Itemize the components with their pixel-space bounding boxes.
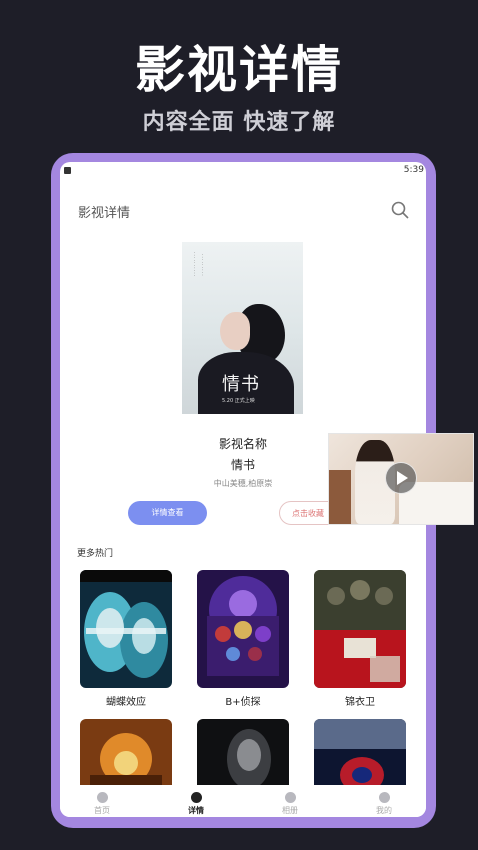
nav-item-home[interactable]: 首页 [72,792,132,816]
play-icon[interactable] [385,462,417,494]
floating-video-player[interactable] [328,433,474,525]
user-icon [378,792,390,803]
poster-date: 5.20 正式上映 [222,398,255,404]
nav-label: 我的 [376,806,392,815]
bottom-nav: 首页 详情 相册 我的 [60,785,426,817]
video-scene-shelf [329,470,351,524]
nav-item-profile[interactable]: 我的 [354,792,414,816]
nav-label: 首页 [94,806,110,815]
movie-title: 蝴蝶效应 [106,697,146,708]
movie-title: B+侦探 [225,697,261,708]
nav-item-detail[interactable]: 详情 [166,792,226,816]
album-icon [284,792,296,803]
status-bar: 5:39 [60,162,426,180]
promo-subtitle: 内容全面 快速了解 [142,110,336,135]
movie-card-jinyiwei[interactable] [314,570,406,688]
detail-icon [190,792,202,803]
poster-art-text: · · · · · · · · · [200,254,205,276]
section-title: 更多热门 [77,549,114,559]
movie-poster: · · · · · · · · · · · · · · · · · · · 情书… [182,242,303,414]
poster-face [220,312,250,350]
movie-poster-art [314,570,406,688]
search-icon[interactable] [390,200,410,220]
notification-icon [64,167,71,174]
nav-label: 相册 [282,806,298,815]
promo-title: 影视详情 [135,40,343,99]
movie-title: 锦衣卫 [345,697,375,708]
home-icon [96,792,108,803]
movie-card-butterfly-effect[interactable] [80,570,172,688]
movie-poster-art [80,570,172,688]
nav-label: 详情 [188,806,204,815]
detail-view-button[interactable]: 详情查看 [128,501,207,525]
poster-art-text: · · · · · · · · · · [192,252,197,277]
poster-title: 情书 [222,374,260,395]
nav-item-album[interactable]: 相册 [260,792,320,816]
movie-poster-art [197,570,289,688]
page-title: 影视详情 [78,206,131,221]
movie-card-b-detective[interactable] [197,570,289,688]
status-time: 5:39 [403,165,424,175]
